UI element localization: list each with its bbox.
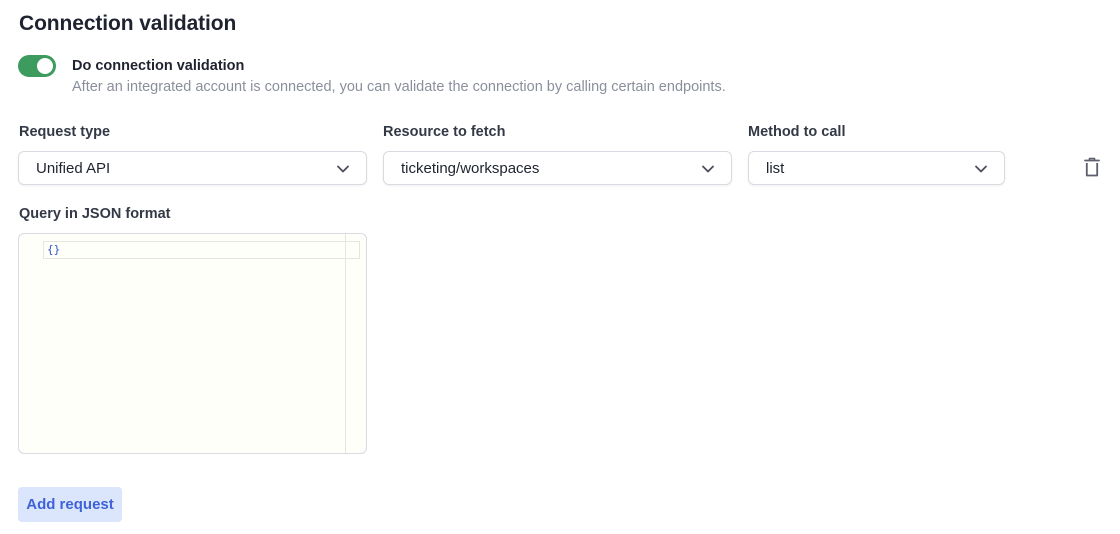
chevron-down-icon	[337, 165, 349, 173]
resource-select[interactable]: ticketing/workspaces	[383, 151, 732, 185]
request-type-label: Request type	[19, 124, 111, 140]
request-type-select[interactable]: Unified API	[18, 151, 367, 185]
chevron-down-icon	[702, 165, 714, 173]
resource-label: Resource to fetch	[383, 124, 506, 140]
add-request-button[interactable]: Add request	[18, 487, 122, 522]
validation-toggle-label: Do connection validation	[72, 58, 245, 74]
toggle-knob	[37, 58, 53, 74]
validation-toggle[interactable]	[18, 55, 56, 77]
section-title: Connection validation	[19, 12, 237, 35]
validation-toggle-description: After an integrated account is connected…	[72, 79, 726, 95]
method-label: Method to call	[748, 124, 846, 140]
method-value: list	[766, 160, 785, 177]
trash-icon[interactable]	[1084, 157, 1100, 177]
request-type-value: Unified API	[36, 160, 111, 177]
resource-value: ticketing/workspaces	[401, 160, 540, 177]
query-label: Query in JSON format	[19, 206, 171, 222]
connection-validation-panel: Connection validation Do connection vali…	[0, 0, 1120, 534]
editor-scrollbar-track	[345, 234, 346, 453]
method-select[interactable]: list	[748, 151, 1005, 185]
chevron-down-icon	[975, 165, 987, 173]
query-json-editor[interactable]: {}	[18, 233, 367, 454]
active-line-highlight	[43, 241, 360, 259]
query-json-value: {}	[47, 243, 61, 256]
